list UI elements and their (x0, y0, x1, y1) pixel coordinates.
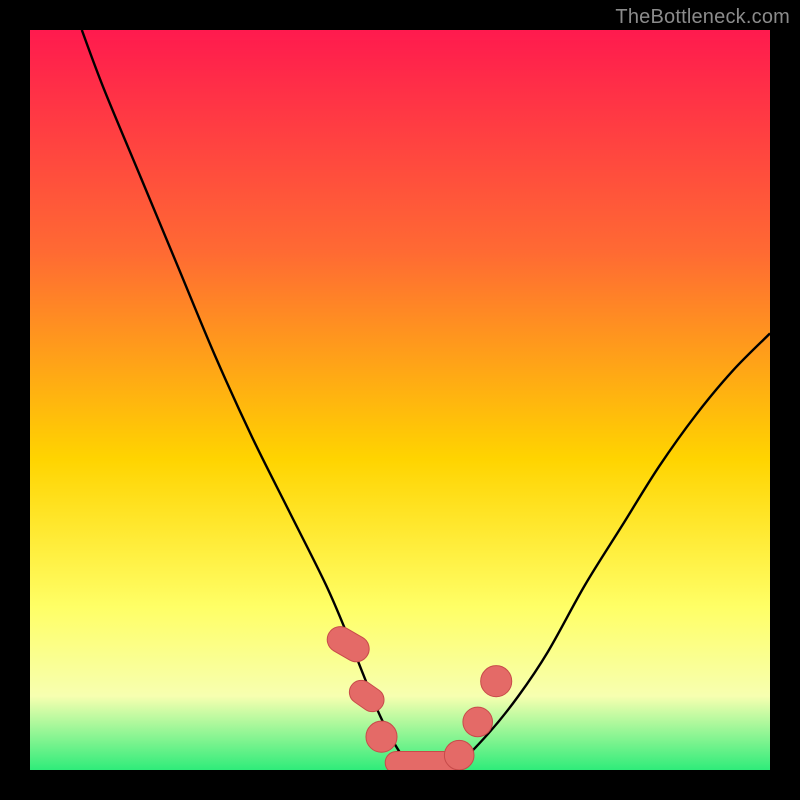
curve-marker (481, 666, 512, 697)
curve-marker (345, 676, 389, 717)
curve-marker (463, 707, 493, 737)
curve-marker (366, 721, 397, 752)
chart-frame: TheBottleneck.com (0, 0, 800, 800)
curve-marker (322, 622, 373, 667)
curve-marker (444, 740, 474, 770)
v-curve-path (82, 30, 770, 770)
curve-markers (322, 622, 511, 770)
curve-layer (30, 30, 770, 770)
plot-area (30, 30, 770, 770)
watermark-text: TheBottleneck.com (615, 6, 790, 29)
